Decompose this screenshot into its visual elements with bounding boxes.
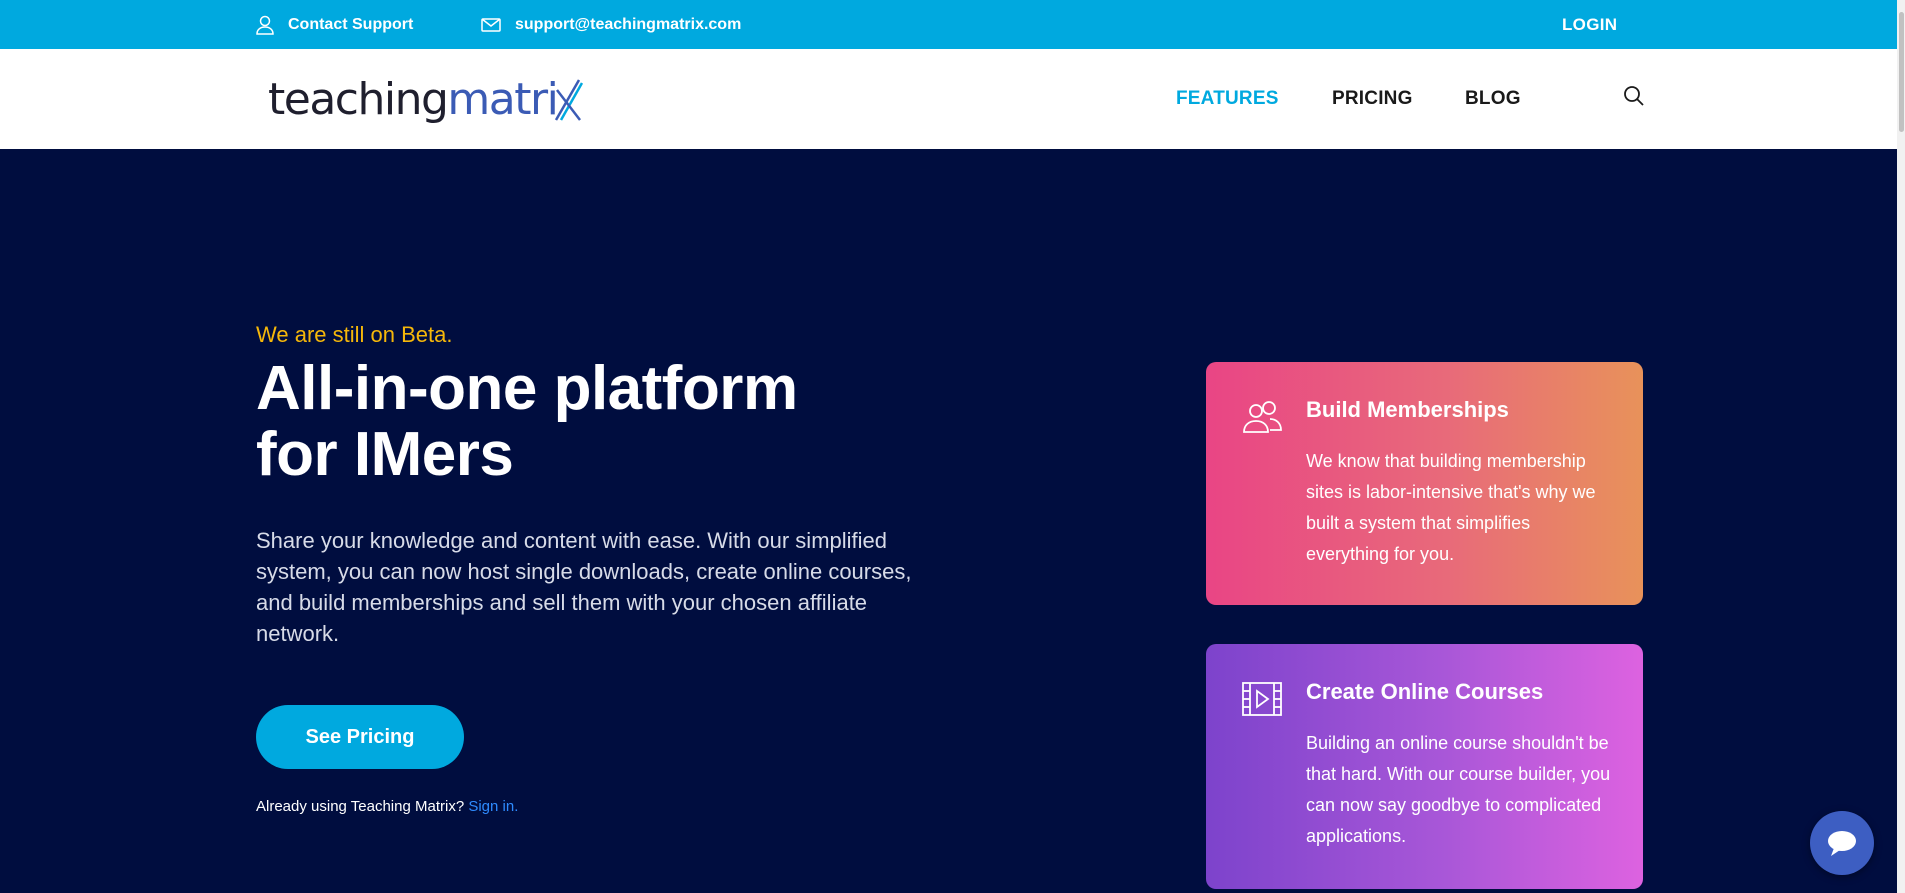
- login-link[interactable]: LOGIN: [1562, 0, 1617, 49]
- chat-widget-button[interactable]: [1810, 811, 1874, 875]
- top-bar: Contact Support support@teachingmatrix.c…: [0, 0, 1905, 49]
- signin-prompt: Already using Teaching Matrix? Sign in.: [256, 798, 518, 815]
- signin-link[interactable]: Sign in.: [468, 798, 518, 815]
- hero-headline: All-in-one platform for IMers: [256, 356, 956, 488]
- see-pricing-button[interactable]: See Pricing: [256, 705, 464, 769]
- logo-x-mark-icon: [555, 79, 584, 121]
- users-icon: [1243, 401, 1282, 433]
- chat-bubble-icon: [1828, 831, 1856, 856]
- main-nav: teaching matri FEATURES PRICING BLOG: [0, 49, 1905, 149]
- hero-description: Share your knowledge and content with ea…: [256, 528, 912, 646]
- support-email-label: support@teachingmatrix.com: [515, 15, 742, 33]
- feature-card-title: Build Memberships: [1306, 397, 1509, 422]
- user-icon: [256, 15, 274, 35]
- video-icon: [1242, 682, 1282, 716]
- nav-features[interactable]: FEATURES: [1176, 49, 1279, 149]
- beta-notice: We are still on Beta.: [256, 322, 453, 347]
- contact-support-label: Contact Support: [288, 15, 414, 33]
- logo-text-teaching: teaching: [268, 73, 449, 125]
- teachingmatrix-logo[interactable]: teaching matri: [268, 71, 584, 127]
- signin-prompt-text: Already using Teaching Matrix?: [256, 798, 465, 815]
- hero-headline-line1: All-in-one platform: [256, 354, 798, 423]
- feature-card-text: We know that building membership sites i…: [1306, 451, 1596, 564]
- contact-support-link[interactable]: Contact Support: [256, 0, 413, 49]
- mail-icon: [481, 17, 501, 32]
- logo-text-matri: matri: [447, 73, 558, 125]
- feature-card-text: Building an online course shouldn't be t…: [1306, 733, 1611, 846]
- feature-card-memberships[interactable]: Build Memberships We know that building …: [1206, 362, 1643, 605]
- hero-headline-line2: for IMers: [256, 420, 514, 489]
- support-email-link[interactable]: support@teachingmatrix.com: [481, 0, 741, 49]
- page-scrollbar[interactable]: [1897, 0, 1905, 893]
- feature-card-courses[interactable]: Create Online Courses Building an online…: [1206, 644, 1643, 889]
- nav-blog[interactable]: BLOG: [1465, 49, 1521, 149]
- search-icon[interactable]: [1622, 84, 1646, 108]
- nav-pricing[interactable]: PRICING: [1332, 49, 1413, 149]
- feature-card-title: Create Online Courses: [1306, 679, 1544, 704]
- scrollbar-thumb[interactable]: [1899, 12, 1904, 132]
